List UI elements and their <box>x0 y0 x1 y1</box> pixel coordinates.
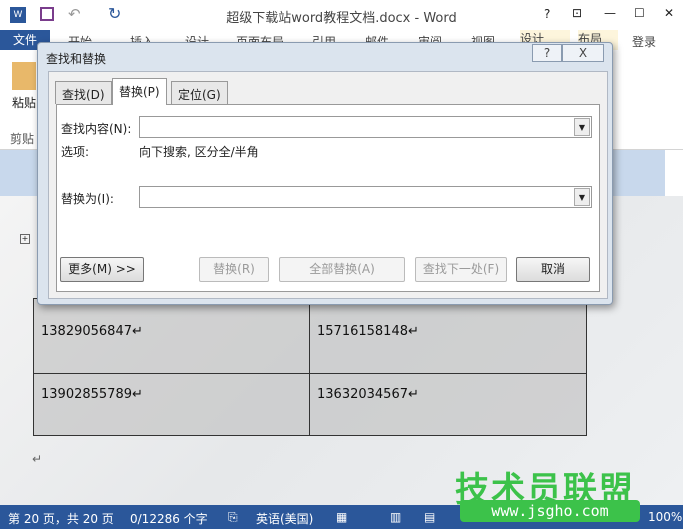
table-cell[interactable]: 13632034567↵ <box>317 387 419 402</box>
title-bar: W ↶ ↻ 超级下载站word教程文档.docx - Word ? ⊡ — ☐ … <box>0 0 683 30</box>
tab-goto[interactable]: 定位(G) <box>171 81 228 104</box>
language[interactable]: 英语(美国) <box>256 510 313 527</box>
find-label: 查找内容(N): <box>61 122 132 136</box>
clipboard-group-label: 剪贴 <box>10 132 35 146</box>
dialog-title: 查找和替换 <box>46 52 107 66</box>
dialog-close-button[interactable]: X <box>562 44 604 62</box>
login-link[interactable]: 登录 <box>632 33 656 50</box>
find-next-button[interactable]: 查找下一处(F) <box>415 257 507 282</box>
replace-all-button[interactable]: 全部替换(A) <box>279 257 405 282</box>
proofing-icon[interactable]: ⎘ <box>228 510 238 525</box>
page-count[interactable]: 第 20 页，共 20 页 <box>8 510 114 527</box>
dialog-help-button[interactable]: ? <box>532 44 562 62</box>
help-button[interactable]: ? <box>544 7 550 21</box>
dropdown-arrow-icon[interactable]: ▼ <box>574 118 590 136</box>
cancel-button[interactable]: 取消 <box>516 257 590 282</box>
paste-icon <box>12 62 36 90</box>
minimize-button[interactable]: — <box>604 6 616 20</box>
replace-label: 替换为(I): <box>61 192 114 206</box>
table-cell[interactable]: 13829056847↵ <box>41 324 143 339</box>
close-button[interactable]: ✕ <box>664 6 674 20</box>
dropdown-arrow-icon[interactable]: ▼ <box>574 188 590 206</box>
options-label: 选项: <box>61 145 90 159</box>
replace-input[interactable]: ▼ <box>139 186 592 208</box>
paste-button[interactable]: 粘贴 <box>12 94 36 111</box>
table-move-handle-icon[interactable]: + <box>20 234 30 244</box>
tab-replace[interactable]: 替换(P) <box>112 78 167 105</box>
table-cell[interactable]: 15716158148↵ <box>317 324 419 339</box>
more-button[interactable]: 更多(M) >> <box>60 257 144 282</box>
word-count[interactable]: 0/12286 个字 <box>130 510 208 527</box>
watermark-url: www.jsgho.com <box>460 500 640 522</box>
table-cell[interactable]: 13902855789↵ <box>41 387 143 402</box>
maximize-button[interactable]: ☐ <box>634 6 645 20</box>
tab-find[interactable]: 查找(D) <box>55 81 112 104</box>
document-table[interactable]: 13829056847↵ 15716158148↵ 13902855789↵ 1… <box>33 298 587 436</box>
options-value: 向下搜索, 区分全/半角 <box>139 145 259 159</box>
find-input[interactable]: ▼ <box>139 116 592 138</box>
ribbon-display-button[interactable]: ⊡ <box>572 6 582 20</box>
read-mode-icon[interactable]: ▥ <box>390 510 401 524</box>
macro-icon[interactable]: ▦ <box>336 510 347 524</box>
print-layout-icon[interactable]: ▤ <box>424 510 435 524</box>
replace-button[interactable]: 替换(R) <box>199 257 269 282</box>
paragraph-mark: ↵ <box>32 452 43 466</box>
zoom-level[interactable]: 100% <box>648 510 682 524</box>
find-replace-dialog: 查找和替换 ? X 查找(D) 替换(P) 定位(G) 查找内容(N): ▼ 选… <box>37 42 613 305</box>
